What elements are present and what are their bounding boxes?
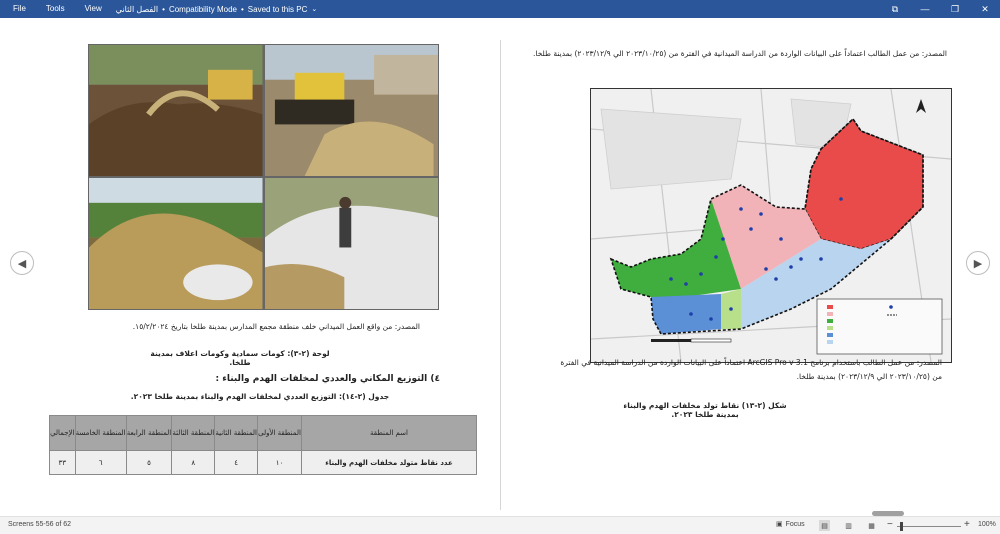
web-layout-icon[interactable]: ▦: [866, 520, 877, 531]
screen-counter: Screens 55-56 of 62: [8, 521, 72, 528]
source-note-bottom: المصدر: من عمل الطالب باستخدام برنامج Ar…: [560, 358, 942, 382]
table-header-cell: الإجمالي: [49, 415, 76, 451]
table-header-cell: المنطقة الثانية: [214, 415, 259, 451]
photo-plate: [88, 44, 439, 310]
close-button[interactable]: ✕: [970, 0, 1000, 18]
page-divider: [500, 40, 501, 510]
table-title: جدول (٢-١٤): التوزيع العددي لمخلفات الهد…: [130, 392, 390, 401]
photo-manure-heap: [89, 45, 263, 176]
table-cell: ١٠: [257, 450, 302, 475]
read-mode-icon[interactable]: ▤: [819, 520, 830, 531]
table-cell: ٥: [125, 450, 173, 475]
table-header-row: اسم المنطقة المنطقة الأولى المنطقة الثان…: [49, 415, 477, 451]
distribution-table: اسم المنطقة المنطقة الأولى المنطقة الثان…: [49, 415, 477, 475]
document-title[interactable]: الفصل الثاني • Compatibility Mode • Save…: [116, 5, 317, 14]
zoom-slider[interactable]: [897, 526, 961, 527]
zone-blue: [651, 294, 721, 334]
chevron-down-icon[interactable]: ⌄: [311, 5, 317, 13]
zones-map: [590, 88, 952, 363]
save-status-label: Saved to this PC: [247, 4, 308, 14]
table-header-cell: اسم المنطقة: [301, 415, 477, 451]
print-layout-icon[interactable]: ▥: [843, 520, 854, 531]
photo-fodder-stack: [89, 178, 263, 309]
zoom-slider-handle[interactable]: [900, 522, 903, 531]
table-cell: ٦: [74, 450, 127, 475]
restore-icon[interactable]: ⧉: [880, 0, 910, 18]
next-screen-button[interactable]: ▶: [966, 251, 990, 275]
focus-button[interactable]: ▣ Focus: [776, 520, 805, 529]
menu-view[interactable]: View: [75, 0, 112, 18]
title-bar: File Tools View الفصل الثاني • Compatibi…: [0, 0, 1000, 18]
horizontal-scrollbar[interactable]: [872, 511, 904, 516]
document-name: الفصل الثاني: [115, 4, 159, 14]
compatibility-mode-label: Compatibility Mode: [168, 4, 237, 14]
table-header-cell: المنطقة الثالثة: [171, 415, 216, 451]
menu-tools[interactable]: Tools: [36, 0, 75, 18]
minimize-button[interactable]: —: [910, 0, 940, 18]
table-header-cell: المنطقة الأولى: [257, 415, 302, 451]
focus-label: Focus: [785, 520, 805, 528]
figure-caption: شكل (٢-١٣) نقاط تولد مخلفات الهدم والبنا…: [623, 401, 787, 419]
map-image: [590, 88, 952, 363]
photo-caption: لوحة (٢-٣): كومات سمادية وكومات اعلاف بم…: [150, 349, 330, 367]
zoom-out-button[interactable]: −: [887, 519, 893, 530]
table-cell: عدد نقاط متولد مخلفات الهدم والبناء: [301, 450, 477, 475]
menu-file[interactable]: File: [0, 0, 36, 18]
status-bar: Screens 55-56 of 62 ▣ Focus ▤ ▥ ▦ − + 10…: [0, 511, 1000, 534]
photo-bulldozer: [264, 45, 438, 176]
table-header-cell: المنطقة الخامسة: [74, 415, 127, 451]
maximize-button[interactable]: ❐: [940, 0, 970, 18]
photo-source-note: المصدر: من واقع العمل الميداني خلف منطقة…: [132, 322, 420, 331]
table-cell: ٣٣: [49, 450, 76, 475]
photo-covered-stack: [264, 178, 438, 309]
table-row: عدد نقاط متولد مخلفات الهدم والبناء ١٠ ٤…: [49, 450, 477, 475]
zoom-in-button[interactable]: +: [964, 519, 970, 530]
source-note-top: المصدر: من عمل الطالب اعتماداً على البيا…: [533, 49, 947, 58]
zoom-level[interactable]: 100%: [978, 521, 996, 528]
table-cell: ٤: [214, 450, 259, 475]
table-cell: ٨: [171, 450, 216, 475]
document-area: ◀ ▶ المصدر: من واقع العمل الميداني خلف م…: [0, 18, 1000, 516]
table-header-cell: المنطقة الرابعة: [125, 415, 173, 451]
focus-icon: ▣: [776, 521, 783, 528]
previous-screen-button[interactable]: ◀: [10, 251, 34, 275]
window-controls: ⧉ — ❐ ✕: [880, 0, 1000, 18]
section-heading: ٤) التوزيع المكاني والعددي لمخلفات الهدم…: [215, 374, 441, 384]
